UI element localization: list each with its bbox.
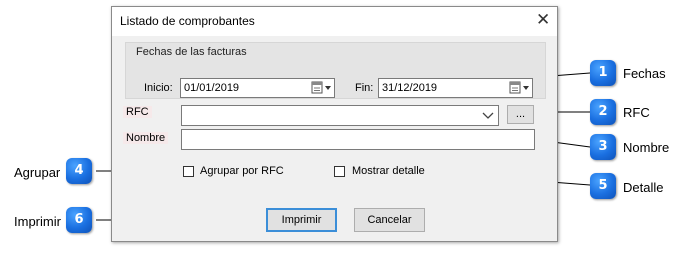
callout-label-imprimir: Imprimir bbox=[14, 214, 61, 229]
callout-badge-2: 2 bbox=[590, 99, 616, 125]
close-icon[interactable]: ✕ bbox=[536, 10, 550, 30]
show-detail-label[interactable]: Mostrar detalle bbox=[352, 165, 425, 177]
group-by-rfc-checkbox[interactable] bbox=[183, 166, 194, 177]
browse-rfc-button[interactable]: ... bbox=[507, 105, 534, 124]
cancel-button[interactable]: Cancelar bbox=[354, 208, 425, 232]
end-date-label: Fin: bbox=[355, 82, 374, 94]
callout-badge-5: 5 bbox=[590, 173, 616, 199]
start-date-value: 01/01/2019 bbox=[184, 82, 240, 94]
start-date-label: Inicio: bbox=[144, 82, 173, 94]
callout-label-detalle: Detalle bbox=[623, 180, 664, 195]
callout-badge-3: 3 bbox=[590, 134, 616, 160]
calendar-dropdown-icon[interactable] bbox=[509, 80, 531, 96]
calendar-dropdown-icon[interactable] bbox=[311, 80, 333, 96]
name-label: Nombre bbox=[123, 132, 169, 144]
end-date-value: 31/12/2019 bbox=[382, 82, 438, 94]
callout-badge-6: 6 bbox=[66, 207, 92, 233]
group-title: Fechas de las facturas bbox=[136, 46, 247, 58]
callout-label-rfc: RFC bbox=[623, 105, 650, 120]
callout-badge-4: 4 bbox=[66, 158, 92, 184]
dialog-titlebar: Listado de comprobantes ✕ bbox=[112, 7, 557, 36]
callout-label-fechas: Fechas bbox=[623, 66, 666, 81]
callout-label-nombre: Nombre bbox=[623, 140, 670, 155]
start-date-picker[interactable]: 01/01/2019 bbox=[180, 78, 335, 98]
rfc-combobox[interactable] bbox=[181, 105, 499, 126]
callout-label-agrupar: Agrupar bbox=[14, 165, 61, 180]
report-dialog: Listado de comprobantes ✕ Fechas de las … bbox=[111, 6, 558, 242]
end-date-picker[interactable]: 31/12/2019 bbox=[378, 78, 533, 98]
rfc-label: RFC bbox=[123, 106, 152, 118]
group-by-rfc-label[interactable]: Agrupar por RFC bbox=[200, 165, 284, 177]
invoice-dates-group: Fechas de las facturas Inicio: 01/01/201… bbox=[125, 42, 546, 99]
name-field[interactable] bbox=[181, 129, 535, 150]
callout-badge-1: 1 bbox=[590, 60, 616, 86]
chevron-down-icon[interactable] bbox=[482, 111, 494, 120]
dialog-title: Listado de comprobantes bbox=[120, 14, 255, 28]
show-detail-checkbox[interactable] bbox=[334, 166, 345, 177]
print-button[interactable]: Imprimir bbox=[266, 208, 337, 232]
